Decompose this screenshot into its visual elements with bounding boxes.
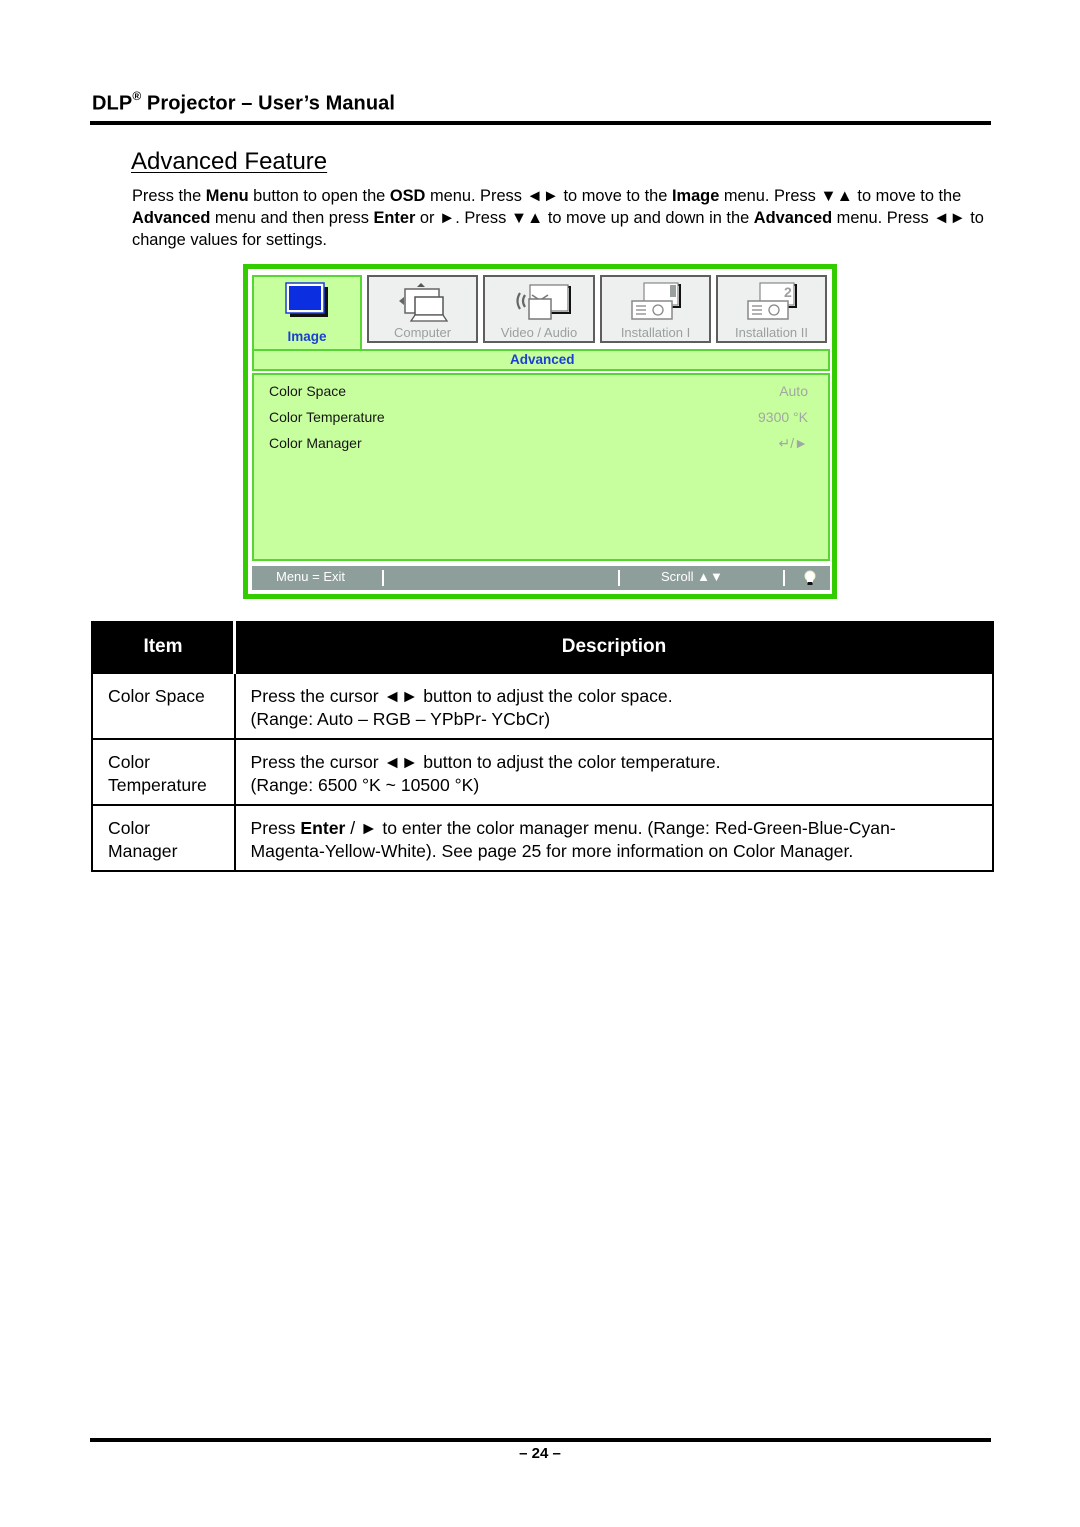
description-line: Press the cursor ◄► button to adjust the… <box>251 685 993 708</box>
osd-tab-image[interactable]: Image <box>252 275 362 351</box>
description-line: Press the cursor ◄► button to adjust the… <box>251 751 993 774</box>
section-title: Advanced Feature <box>131 148 328 175</box>
osd-inner: Image Computer Video / Audio Installatio… <box>248 269 832 594</box>
bold-term: Menu <box>205 187 249 205</box>
text-run: / ► to enter the color manager menu. (Ra… <box>345 817 896 838</box>
osd-footer-separator <box>783 570 785 586</box>
column-header-item: Item <box>91 621 236 674</box>
manual-title: DLP® Projector – User’s Manual <box>92 89 396 116</box>
table-header-row: Item Description <box>91 621 994 674</box>
text-run: button to open the <box>248 187 390 205</box>
column-header-description: Description <box>233 621 994 674</box>
description-line: (Range: 6500 °K ~ 10500 °K) <box>251 774 993 797</box>
osd-item-color-temperature[interactable]: Color Temperature 9300 °K <box>269 409 808 429</box>
footer-rule <box>90 1438 991 1442</box>
bold-term: Advanced <box>753 209 833 227</box>
feature-table: Item Description Color Space Press the cu… <box>91 621 994 872</box>
osd-item-name: Color Temperature <box>269 409 385 425</box>
bold-term: Enter <box>300 817 346 838</box>
osd-item-value: 9300 °K <box>758 409 808 425</box>
installation-1-icon <box>630 282 681 320</box>
table-row: Color Temperature Press the cursor ◄► but… <box>91 737 994 806</box>
osd-tab-label: Installation I <box>620 325 691 340</box>
osd-tab-computer[interactable]: Computer <box>367 275 478 343</box>
table-cell-item: Color Space <box>91 671 236 740</box>
osd-tab-label: Image <box>287 329 327 344</box>
text-run: Magenta-Yellow-White). See page 25 for m… <box>250 840 854 861</box>
text-run: menu and then press <box>210 209 374 227</box>
text-run: or ►. Press ▼▲ to move up and down in th… <box>415 209 754 227</box>
osd-item-color-space[interactable]: Color Space Auto <box>269 383 808 403</box>
text-run: Press <box>250 817 301 838</box>
text-run: (Range: 6500 °K ~ 10500 °K) <box>250 774 480 795</box>
installation-2-icon: 2 <box>746 282 797 320</box>
enter-arrow-icon: ↵/► <box>778 435 808 451</box>
description-line: Press Enter / ► to enter the color manag… <box>251 817 993 840</box>
osd-tab-label: Installation II <box>735 325 808 340</box>
lamp-icon <box>804 570 816 585</box>
bold-term: Advanced <box>132 209 211 227</box>
description-line: (Range: Auto – RGB – YPbPr- YCbCr) <box>251 708 993 731</box>
osd-footer-separator <box>618 570 620 586</box>
osd-footer-bar: Menu = Exit Scroll ▲▼ <box>252 566 830 590</box>
table-cell-description: Press Enter / ► to enter the color manag… <box>233 803 994 872</box>
registered-mark: ® <box>132 89 142 103</box>
osd-item-name: Color Manager <box>269 435 362 451</box>
osd-item-value: Auto <box>779 383 808 399</box>
text-run: menu. Press ◄► to move to the <box>425 187 672 205</box>
table-cell-item: Color Temperature <box>91 737 236 806</box>
text-run: Press the cursor ◄► button to adjust the… <box>250 751 721 772</box>
text-run: (Range: Auto – RGB – YPbPr- YCbCr) <box>250 709 551 729</box>
bold-term: OSD <box>389 187 426 205</box>
intro-paragraph: Press the Menu button to open the OSD me… <box>132 185 992 251</box>
header-rule <box>90 121 991 125</box>
text-run: menu. Press ▼▲ to move to the <box>719 187 962 205</box>
manual-title-rest: Projector – User’s Manual <box>141 92 396 115</box>
table-cell-description: Press the cursor ◄► button to adjust the… <box>233 671 994 740</box>
osd-scroll-hint: Scroll ▲▼ <box>661 569 723 584</box>
osd-tab-installation-1[interactable]: Installation I <box>600 275 711 343</box>
text-run: Press the cursor ◄► button to adjust the… <box>250 686 673 706</box>
description-line: Magenta-Yellow-White). See page 25 for m… <box>251 840 993 863</box>
table-row: Color Manager Press Enter / ► to enter th… <box>91 803 994 872</box>
page-number: – 24 – <box>519 1445 561 1462</box>
osd-item-name: Color Space <box>269 383 347 399</box>
osd-footer-separator <box>382 570 384 586</box>
bold-term: Image <box>671 187 720 205</box>
table-row: Color Space Press the cursor ◄► button to… <box>91 671 994 740</box>
computer-icon <box>398 283 448 322</box>
osd-item-color-manager[interactable]: Color Manager ↵/► <box>269 435 808 455</box>
video-audio-icon <box>516 284 571 320</box>
text-run: Press the <box>132 187 206 205</box>
table-cell-item: Color Manager <box>91 803 236 872</box>
osd-submenu-bar: Advanced <box>252 349 830 371</box>
osd-tab-label: Computer <box>393 325 452 340</box>
monitor-icon <box>285 282 328 317</box>
brand-name: DLP <box>92 92 133 115</box>
osd-menu: Image Computer Video / Audio Installatio… <box>243 264 837 599</box>
osd-tab-label: Video / Audio <box>500 325 578 340</box>
osd-submenu-title: Advanced <box>510 352 575 367</box>
osd-tab-installation-2[interactable]: 2 Installation II <box>716 275 827 343</box>
svg-text:2: 2 <box>784 284 792 300</box>
osd-item-list: Color Space Auto Color Temperature 9300 … <box>252 373 830 561</box>
table-cell-description: Press the cursor ◄► button to adjust the… <box>233 737 994 806</box>
osd-exit-hint: Menu = Exit <box>276 569 346 584</box>
bold-term: Enter <box>373 209 416 227</box>
osd-tab-video-audio[interactable]: Video / Audio <box>483 275 595 343</box>
